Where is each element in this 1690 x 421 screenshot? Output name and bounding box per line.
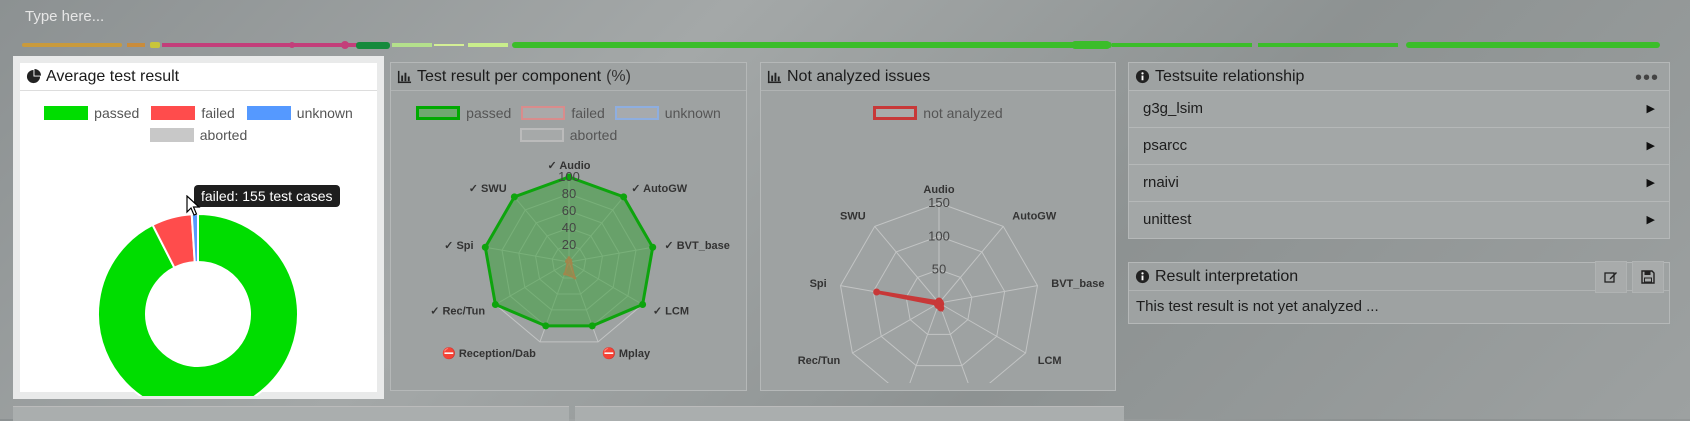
radar-point[interactable] [573, 276, 577, 280]
average-test-result-panel: Average test result passed failed unknow… [13, 56, 384, 399]
radar-tick-label: 60 [562, 203, 576, 218]
caret-right-icon: ▶ [1646, 103, 1655, 115]
radar-axis [852, 302, 940, 354]
testsuite-item[interactable]: g3g_lsim ▶ [1128, 91, 1670, 128]
radar-category-label: LCM [1038, 355, 1062, 367]
radar-category-label: ✓ BVT_base [664, 240, 729, 252]
chart-legend: passed failed unknown [391, 105, 746, 121]
mouse-cursor-icon [186, 195, 201, 216]
radar-category-label: ⛔ Mplay [602, 347, 651, 360]
radar-category-label: AutoGW [1012, 211, 1057, 223]
per-component-panel: Test result per component (%) passed fai… [390, 62, 747, 391]
radar-point[interactable] [481, 243, 489, 251]
radar-tick-label: 50 [932, 262, 946, 277]
search-bar[interactable] [22, 4, 1668, 28]
radar-point[interactable] [934, 298, 942, 306]
info-icon [1135, 269, 1150, 284]
legend-aborted[interactable]: aborted [149, 127, 247, 143]
not-analyzed-radar-chart[interactable]: 50100150AudioAutoGWBVT_baseLCMMplayRecep… [761, 133, 1115, 383]
radar-axis [938, 285, 1038, 304]
edit-icon [1604, 272, 1617, 283]
radar-category-label: Spi [810, 278, 827, 290]
chart-legend: passed failed unknown [20, 105, 377, 121]
panel-unit: (%) [606, 68, 631, 85]
caret-right-icon: ▶ [1646, 214, 1655, 226]
interpretation-text: This test result is not yet analyzed ... [1136, 298, 1379, 315]
radar-tick-label: 20 [562, 237, 576, 252]
legend-failed[interactable]: failed [151, 105, 235, 121]
radar-category-label: Audio [923, 184, 954, 196]
legend-passed[interactable]: passed [416, 105, 511, 121]
radar-point[interactable] [620, 193, 628, 201]
radar-category-label: Rec/Tun [798, 355, 841, 367]
timeline-bar[interactable] [22, 38, 1666, 52]
chart-tooltip: failed: 155 test cases [194, 185, 340, 207]
radar-point[interactable] [639, 301, 647, 308]
radar-tick-label: 40 [562, 220, 576, 235]
result-interpretation-panel: Result interpretation This test result i… [1128, 261, 1670, 324]
edit-button[interactable] [1595, 261, 1627, 293]
radar-category-label: ✓ Spi [444, 240, 473, 252]
radar-point[interactable] [565, 258, 569, 262]
testsuite-item[interactable]: rnaivi ▶ [1128, 165, 1670, 202]
radar-point[interactable] [542, 322, 550, 330]
radar-axis [938, 302, 969, 383]
radar-point[interactable] [588, 322, 596, 330]
panel-title: Test result per component [417, 68, 602, 85]
testsuite-item[interactable]: unittest ▶ [1128, 202, 1670, 239]
testsuite-item[interactable]: psarcc ▶ [1128, 128, 1670, 165]
radar-point[interactable] [873, 288, 881, 296]
info-icon [1135, 69, 1150, 84]
panel-title: Testsuite relationship [1155, 68, 1305, 85]
radar-tick-label: 80 [562, 186, 576, 201]
radar-category-label: ✓ Audio [547, 160, 590, 172]
radar-category-label: ✓ Rec/Tun [430, 305, 485, 317]
radar-category-label: BVT_base [1051, 278, 1104, 290]
more-options-icon[interactable]: ••• [1635, 65, 1659, 92]
radar-point[interactable] [563, 272, 567, 276]
radar-point[interactable] [649, 243, 657, 251]
search-input[interactable] [22, 4, 1668, 28]
not-analyzed-panel: Not analyzed issues not analyzed 50 100 15… [760, 62, 1116, 391]
legend-unknown[interactable]: unknown [246, 105, 353, 121]
radar-point[interactable] [569, 261, 573, 265]
legend-unknown[interactable]: unknown [614, 105, 721, 121]
radar-axis [909, 302, 940, 383]
bar-chart-icon [397, 70, 412, 84]
radar-category-label: ✓ LCM [653, 305, 689, 317]
component-radar-chart[interactable]: 20406080100✓ Audio✓ AutoGW✓ BVT_base✓ LC… [391, 155, 746, 395]
radar-axis [938, 302, 1026, 354]
radar-point[interactable] [510, 193, 518, 201]
radar-category-label: ✓ AutoGW [631, 183, 687, 195]
legend-not-analyzed[interactable]: not analyzed [873, 105, 1003, 121]
radar-tick-label: 100 [928, 228, 950, 243]
save-icon [1641, 270, 1655, 284]
pie-chart-icon [26, 69, 41, 84]
radar-category-label: SWU [840, 211, 866, 223]
radar-tick-label: 150 [928, 195, 950, 210]
testsuite-relationship-panel: Testsuite relationship ••• g3g_lsim ▶ psa… [1128, 62, 1670, 239]
caret-right-icon: ▶ [1646, 140, 1655, 152]
panel-title: Not analyzed issues [787, 68, 931, 85]
caret-right-icon: ▶ [1646, 177, 1655, 189]
save-button[interactable] [1632, 261, 1664, 293]
legend-aborted[interactable]: aborted [519, 127, 617, 143]
panel-title: Result interpretation [1155, 268, 1299, 285]
bar-chart-icon [767, 70, 782, 84]
legend-passed[interactable]: passed [44, 105, 139, 121]
legend-failed[interactable]: failed [521, 105, 605, 121]
panel-title: Average test result [46, 68, 180, 85]
chart-legend: not analyzed [761, 105, 1115, 121]
radar-category-label: ⛔ Reception/Dab [442, 347, 536, 360]
radar-category-label: ✓ SWU [469, 183, 507, 195]
radar-point[interactable] [491, 301, 499, 308]
